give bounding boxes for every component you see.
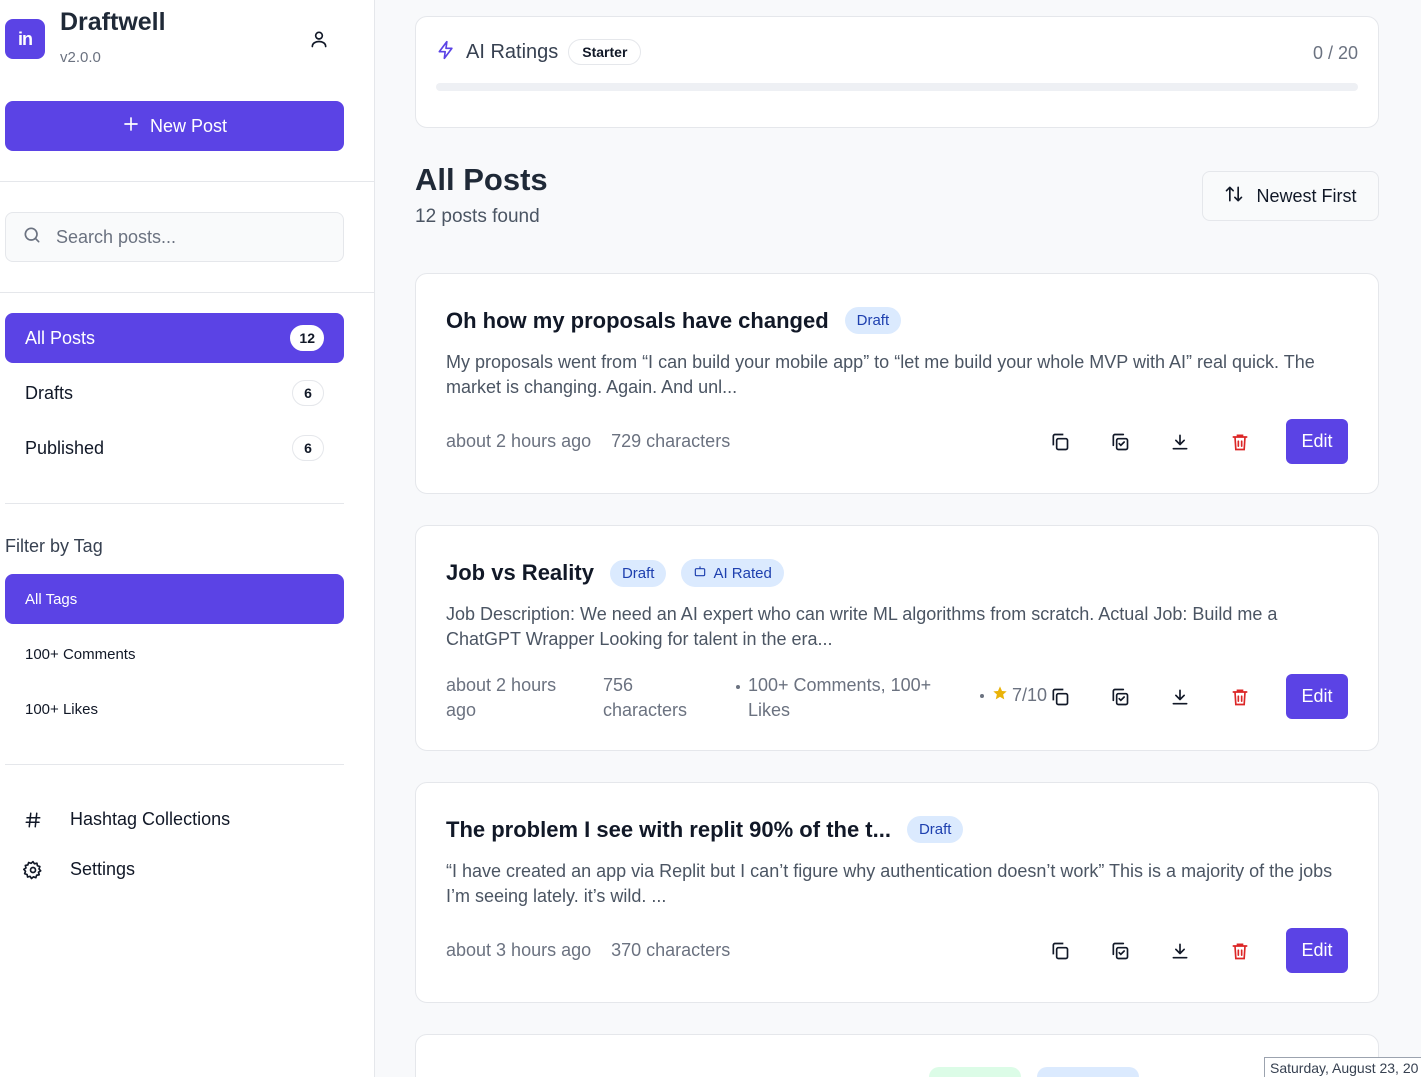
nav-count: 6 — [292, 380, 324, 406]
divider — [0, 181, 375, 182]
plus-icon — [122, 115, 140, 138]
trash-icon[interactable] — [1228, 430, 1252, 454]
copy-check-icon[interactable] — [1108, 430, 1132, 454]
ai-rated-badge — [1037, 1067, 1139, 1077]
filter-title: Filter by Tag — [5, 536, 103, 556]
settings-link[interactable]: Settings — [22, 859, 135, 880]
copy-icon[interactable] — [1048, 685, 1072, 709]
tag-item-100-likes[interactable]: 100+ Likes — [5, 684, 344, 734]
nav-item-label: Drafts — [25, 382, 74, 403]
hashtag-collections-link[interactable]: Hashtag Collections — [22, 809, 230, 830]
link-label: Settings — [70, 859, 136, 879]
post-time: about 3 hours ago — [446, 940, 592, 960]
edit-button[interactable]: Edit — [1286, 419, 1348, 464]
download-icon[interactable] — [1168, 685, 1192, 709]
new-post-button[interactable]: New Post — [5, 101, 344, 151]
tag-item-all-tags[interactable]: All Tags — [5, 574, 344, 624]
post-title[interactable]: Job vs Reality — [446, 560, 594, 586]
tag-label: 100+ Comments — [25, 645, 136, 663]
ai-rated-label: AI Rated — [713, 564, 772, 582]
post-tags-text: 100+ Comments, 100+ Likes — [748, 675, 932, 720]
page-title: All Posts — [415, 162, 548, 197]
lightning-icon — [436, 40, 456, 65]
post-card[interactable]: Job vs Reality Draft AI Rated Job Descri… — [415, 525, 1379, 751]
nav-item-label: All Posts — [25, 327, 96, 348]
ratings-usage: 0 / 20 — [1312, 43, 1358, 63]
tag-item-100-comments[interactable]: 100+ Comments — [5, 629, 344, 679]
post-card[interactable]: The problem I see with replit 90% of the… — [415, 782, 1379, 1003]
trash-icon[interactable] — [1228, 939, 1252, 963]
date-tooltip: Saturday, August 23, 20 — [1264, 1057, 1421, 1077]
nav-item-label: Published — [25, 437, 105, 458]
post-chars: 756 characters — [603, 675, 688, 720]
app-logo: in — [5, 19, 45, 59]
tag-label: 100+ Likes — [25, 700, 98, 718]
plan-badge: Starter — [568, 39, 642, 65]
download-icon[interactable] — [1168, 939, 1192, 963]
post-title[interactable]: Oh how my proposals have changed — [446, 308, 829, 334]
post-title[interactable]: The problem I see with replit 90% of the… — [446, 817, 891, 843]
nav-item-published[interactable]: Published 6 — [5, 423, 344, 473]
post-time: about 2 hours ago — [446, 675, 557, 720]
nav-item-all-posts[interactable]: All Posts 12 — [5, 313, 344, 363]
divider — [0, 292, 375, 293]
ai-ratings-label: AI Ratings — [466, 40, 559, 63]
status-badge: Draft — [906, 816, 964, 843]
posts-count: 12 posts found — [415, 206, 540, 227]
ai-rated-badge: AI Rated — [681, 559, 784, 587]
post-chars: 729 characters — [611, 431, 731, 451]
app-version: v2.0.0 — [60, 49, 101, 66]
copy-icon[interactable] — [1048, 939, 1072, 963]
user-icon[interactable] — [305, 25, 333, 53]
link-label: Hashtag Collections — [70, 809, 231, 829]
sort-button[interactable]: Newest First — [1202, 171, 1379, 221]
post-excerpt: “I have created an app via Replit but I … — [446, 861, 1333, 906]
status-badge — [929, 1067, 1021, 1077]
search-box[interactable] — [5, 212, 344, 262]
nav-count: 12 — [290, 325, 324, 351]
status-badge: Draft — [844, 307, 902, 334]
copy-check-icon[interactable] — [1108, 685, 1132, 709]
separator-dot — [980, 693, 984, 698]
divider — [5, 764, 344, 765]
sort-icon — [1224, 184, 1244, 209]
trash-icon[interactable] — [1228, 685, 1252, 709]
star-icon — [992, 685, 1008, 706]
nav-item-drafts[interactable]: Drafts 6 — [5, 368, 344, 418]
post-chars: 370 characters — [611, 940, 731, 960]
copy-check-icon[interactable] — [1108, 939, 1132, 963]
post-time: about 2 hours ago — [446, 431, 592, 451]
status-badge: Draft — [609, 559, 667, 587]
download-icon[interactable] — [1168, 430, 1192, 454]
new-post-label: New Post — [149, 115, 228, 136]
post-excerpt: My proposals went from “I can build your… — [446, 352, 1315, 397]
search-icon — [22, 225, 42, 250]
post-tags: 100+ Comments, 100+ Likes — [736, 673, 946, 723]
post-card[interactable] — [415, 1034, 1379, 1077]
edit-button[interactable]: Edit — [1286, 928, 1348, 973]
search-input[interactable] — [56, 226, 316, 248]
robot-icon — [693, 564, 707, 582]
sort-label: Newest First — [1256, 185, 1357, 206]
separator-dot — [736, 685, 740, 689]
copy-icon[interactable] — [1048, 430, 1072, 454]
rating-value: 7/10 — [1012, 685, 1048, 705]
edit-button[interactable]: Edit — [1286, 674, 1348, 719]
ai-ratings-card: AI Ratings Starter 0 / 20 — [415, 16, 1379, 128]
gear-icon — [22, 860, 44, 880]
app-name: Draftwell — [60, 8, 166, 36]
post-excerpt: Job Description: We need an AI expert wh… — [446, 604, 1278, 649]
divider — [5, 503, 344, 504]
post-rating: 7/10 — [980, 685, 1047, 706]
hash-icon — [22, 811, 44, 829]
nav-count: 6 — [292, 435, 324, 461]
sidebar: in Draftwell v2.0.0 New Post All Posts 1… — [0, 0, 375, 1077]
post-card[interactable]: Oh how my proposals have changed Draft M… — [415, 273, 1379, 494]
ratings-progress-bar — [436, 83, 1358, 91]
tag-label: All Tags — [25, 590, 78, 608]
